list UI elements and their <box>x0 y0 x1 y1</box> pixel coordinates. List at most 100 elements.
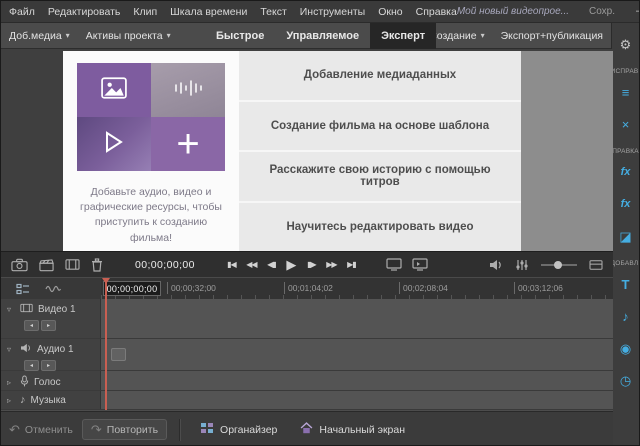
frame-back-button[interactable]: ◀▮ <box>263 256 280 274</box>
menu-items: Файл Редактировать Клип Шкала времени Те… <box>9 6 457 18</box>
frame-forward-button[interactable]: ▮▶ <box>303 256 320 274</box>
menu-timeline[interactable]: Шкала времени <box>170 6 247 18</box>
track-label: Видео 1 <box>38 304 76 315</box>
track-options-icon[interactable] <box>16 283 30 295</box>
play-button[interactable]: ▶ <box>283 256 300 274</box>
collapse-icon[interactable]: ▹ <box>7 378 15 387</box>
tab-guided[interactable]: Управляемое <box>275 23 370 49</box>
film-icon[interactable] <box>65 258 80 271</box>
titles-icon[interactable]: T <box>612 273 639 295</box>
menu-window[interactable]: Окно <box>378 6 402 18</box>
music-icon[interactable]: ♪ <box>612 305 639 327</box>
sidebar-section-add: ДОБАВЛ. <box>611 260 640 267</box>
divider <box>179 419 181 441</box>
render-icon[interactable] <box>589 259 603 271</box>
waveform-icon <box>173 80 203 101</box>
effects-icon[interactable]: fx <box>612 193 639 215</box>
image-icon <box>101 77 127 104</box>
time-icon[interactable]: ◷ <box>612 369 639 391</box>
zoom-slider[interactable] <box>541 264 577 266</box>
ruler-label: 00;02;08;04 <box>403 283 448 293</box>
audio-1-lane[interactable] <box>101 339 613 370</box>
smart-fix-icon[interactable]: × <box>612 113 639 135</box>
audio-wave-icon[interactable] <box>45 283 61 295</box>
redo-button[interactable]: ↷ Повторить <box>82 419 167 440</box>
save-status[interactable]: Сохр. <box>589 6 615 17</box>
timeline-ruler[interactable]: 00;00;32;00 00;01;04;02 00;02;08;04 00;0… <box>101 278 613 300</box>
option-titles-story: Расскажите свою историю с помощью титров <box>239 152 521 201</box>
chevron-down-icon: ▾ <box>66 31 70 40</box>
option-learn-editing: Научитесь редактировать видео <box>239 203 521 252</box>
export-publish-button[interactable]: Экспорт+публикация <box>501 30 603 42</box>
track-audio-1: ▿ Аудио 1 ◂ ▸ <box>1 339 613 371</box>
menu-clip[interactable]: Клип <box>133 6 157 18</box>
toolbar-left: Доб.медиа ▾ Активы проекта ▾ <box>1 30 171 42</box>
trash-icon[interactable] <box>91 258 103 272</box>
timeline-tracks: ▿ Видео 1 ◂ ▸ ▿ <box>1 299 613 411</box>
fullscreen-icon[interactable] <box>386 258 402 271</box>
adjust-icon[interactable]: ≡ <box>612 81 639 103</box>
microphone-icon <box>20 375 29 390</box>
main-toolbar: Доб.медиа ▾ Активы проекта ▾ Быстрое Упр… <box>1 23 613 49</box>
chevron-down-icon: ▾ <box>481 31 485 40</box>
menu-file[interactable]: Файл <box>9 6 35 18</box>
track-label: Музыка <box>31 395 66 406</box>
effects-edit-icon[interactable]: fx <box>612 161 639 183</box>
home-screen-button[interactable]: Начальный экран <box>293 419 412 440</box>
track-header-video-1: ▿ Видео 1 ◂ ▸ <box>1 299 101 338</box>
prev-keyframe-button[interactable]: ◂ <box>24 360 39 371</box>
menu-help[interactable]: Справка <box>416 6 457 18</box>
menu-tools[interactable]: Инструменты <box>300 6 365 18</box>
project-assets-label: Активы проекта <box>86 30 163 42</box>
keyframe-nav: ◂ ▸ <box>24 360 100 371</box>
second-monitor-icon[interactable] <box>412 258 428 271</box>
action-sidebar: ⚙ ИСПРАВ. ≡ × ПРАВКА fx fx ◪ ДОБАВЛ. T ♪… <box>611 23 639 445</box>
mixer-icon[interactable] <box>515 259 529 271</box>
prev-keyframe-button[interactable]: ◂ <box>24 320 39 331</box>
monitor-timecode[interactable]: 00;00;00;00 <box>135 259 195 271</box>
gear-icon[interactable]: ⚙ <box>612 33 639 55</box>
tab-quick[interactable]: Быстрое <box>205 23 275 49</box>
video-1-lane[interactable] <box>101 299 613 338</box>
menu-text[interactable]: Текст <box>260 6 286 18</box>
redo-icon: ↷ <box>91 423 102 436</box>
next-keyframe-button[interactable]: ▸ <box>41 360 56 371</box>
audio-lane-widget-icon[interactable] <box>111 348 126 361</box>
organizer-button[interactable]: Органайзер <box>193 419 284 440</box>
menu-bar: Файл Редактировать Клип Шкала времени Те… <box>1 1 639 23</box>
collapse-icon[interactable]: ▿ <box>7 305 15 314</box>
camera-icon[interactable] <box>11 258 28 272</box>
clapboard-icon[interactable] <box>39 258 54 272</box>
create-button[interactable]: Создание ▾ <box>429 30 484 42</box>
undo-button[interactable]: ↶ Отменить <box>9 423 73 436</box>
add-media-button[interactable]: Доб.медиа ▾ <box>9 30 70 42</box>
timeline-current-time[interactable]: 00;00;00;00 <box>103 281 161 296</box>
minimize-button[interactable]: – <box>633 6 640 17</box>
music-lane[interactable] <box>101 391 613 409</box>
menu-edit[interactable]: Редактировать <box>48 6 121 18</box>
monitor-panel: + Добавьте аудио, видео и графические ре… <box>1 49 613 251</box>
welcome-caption: Добавьте аудио, видео и графические ресу… <box>75 185 227 246</box>
collapse-icon[interactable]: ▿ <box>7 345 15 354</box>
go-to-start-button[interactable]: ▮◀ <box>223 256 240 274</box>
speaker-icon[interactable] <box>489 259 503 271</box>
ruler-label: 00;01;04;02 <box>288 283 333 293</box>
welcome-card: + Добавьте аудио, видео и графические ре… <box>63 51 239 251</box>
next-keyframe-button[interactable]: ▸ <box>41 320 56 331</box>
mode-tabs: Быстрое Управляемое Эксперт <box>205 23 436 49</box>
fast-forward-button[interactable]: ▶▶ <box>323 256 340 274</box>
transitions-icon[interactable]: ◪ <box>612 225 639 247</box>
zoom-slider-thumb[interactable] <box>554 261 562 269</box>
project-assets-button[interactable]: Активы проекта ▾ <box>86 30 171 42</box>
playhead[interactable] <box>105 278 107 410</box>
tab-expert[interactable]: Эксперт <box>370 23 436 49</box>
rewind-button[interactable]: ◀◀ <box>243 256 260 274</box>
voice-lane[interactable] <box>101 371 613 390</box>
organizer-label: Органайзер <box>220 424 277 436</box>
collapse-icon[interactable]: ▹ <box>7 396 15 405</box>
go-to-end-button[interactable]: ▶▮ <box>343 256 360 274</box>
option-add-media: Добавление медиаданных <box>239 51 521 100</box>
monitor-view-tools <box>386 258 428 271</box>
graphics-icon[interactable]: ◉ <box>612 337 639 359</box>
bottom-bar: ↶ Отменить ↷ Повторить Органайзер Началь… <box>1 411 613 446</box>
